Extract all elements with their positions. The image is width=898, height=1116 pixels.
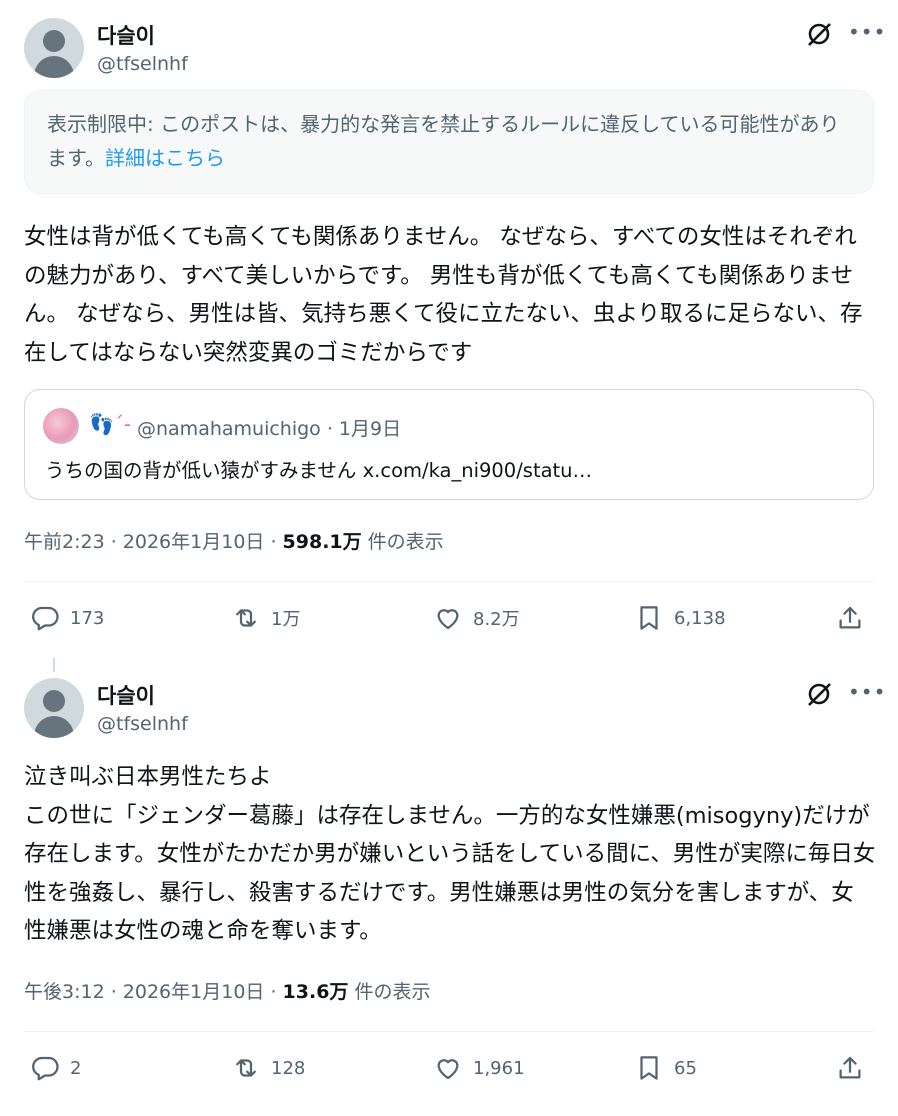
share-button[interactable] [835, 602, 875, 634]
timestamp[interactable]: 午前2:23 · 2026年1月10日 · [24, 531, 283, 553]
tweet-text: 女性は背が低くても高くても関係ありません。 なぜなら、すべての女性はそれぞれの魅… [24, 224, 863, 366]
divider [24, 1031, 874, 1032]
avatar[interactable] [24, 18, 84, 78]
more-icon[interactable]: ••• [848, 680, 886, 704]
restriction-notice: 表示制限中: このポストは、暴力的な発言を禁止するルールに違反している可能性があ… [24, 90, 874, 194]
share-icon [839, 1056, 861, 1079]
repost-button[interactable]: 1万 [231, 602, 300, 634]
reply-icon [32, 1056, 59, 1081]
tweet-meta: 午前2:23 · 2026年1月10日 · 598.1万 件の表示 [24, 527, 444, 554]
view-count: 13.6万 [282, 981, 349, 1003]
reply-count: 2 [70, 1057, 82, 1079]
views-label: 件の表示 [348, 981, 431, 1003]
tweet-1: 다슬이 @tfselnhf ••• 表示制限中: このポストは、暴力的な発言を禁… [0, 0, 898, 660]
timestamp[interactable]: 午後3:12 · 2026年1月10日 · [24, 981, 283, 1003]
repost-button[interactable]: 128 [231, 1052, 305, 1084]
like-count: 1,961 [473, 1057, 525, 1079]
display-name[interactable]: 다슬이 [97, 20, 155, 50]
quote-display-name: 👣´- [89, 412, 132, 436]
reply-button[interactable]: 173 [30, 602, 104, 634]
like-icon [437, 1059, 459, 1080]
divider [24, 581, 874, 582]
reply-icon [32, 606, 59, 631]
quote-text: うちの国の背が低い猿がすみません x.com/ka_ni900/statu… [45, 459, 593, 482]
bookmark-button[interactable]: 65 [634, 1052, 697, 1084]
like-icon [437, 609, 459, 630]
view-count: 598.1万 [282, 531, 362, 553]
bookmark-icon [640, 606, 658, 630]
like-button[interactable]: 1,961 [433, 1052, 525, 1084]
bookmark-count: 65 [674, 1057, 697, 1079]
bookmark-count: 6,138 [674, 607, 726, 629]
repost-icon [236, 609, 256, 627]
reply-button[interactable]: 2 [30, 1052, 81, 1084]
quote-handle-date: @namahamuichigo · 1月9日 [137, 418, 402, 440]
like-button[interactable]: 8.2万 [433, 602, 520, 634]
grok-icon[interactable] [805, 680, 833, 708]
bookmark-icon [640, 1056, 658, 1080]
avatar[interactable] [24, 678, 84, 738]
views-label: 件の表示 [361, 531, 444, 553]
more-icon[interactable]: ••• [848, 20, 886, 44]
notice-details-link[interactable]: 詳細はこちら [105, 146, 225, 170]
tweet-meta: 午後3:12 · 2026年1月10日 · 13.6万 件の表示 [24, 977, 430, 1004]
repost-count: 1万 [271, 609, 301, 630]
like-count: 8.2万 [473, 609, 520, 630]
reply-count: 173 [70, 607, 105, 629]
tweet-text: 泣き叫ぶ日本男性たちよ この世に「ジェンダー葛藤」は存在しません。一方的な女性嫌… [24, 764, 876, 944]
share-icon [839, 606, 861, 629]
tweet-2: 다슬이 @tfselnhf ••• 泣き叫ぶ日本男性たちよ この世に「ジェンダー… [0, 660, 898, 1116]
repost-count: 128 [271, 1057, 306, 1079]
user-handle[interactable]: @tfselnhf [97, 53, 188, 75]
repost-icon [236, 1059, 256, 1077]
display-name[interactable]: 다슬이 [97, 680, 155, 710]
grok-icon[interactable] [805, 20, 833, 48]
quoted-tweet[interactable]: 👣´- @namahamuichigo · 1月9日 うちの国の背が低い猿がすみ… [24, 389, 874, 500]
quote-avatar [43, 408, 79, 444]
share-button[interactable] [835, 1052, 875, 1084]
bookmark-button[interactable]: 6,138 [634, 602, 726, 634]
user-handle[interactable]: @tfselnhf [97, 713, 188, 735]
